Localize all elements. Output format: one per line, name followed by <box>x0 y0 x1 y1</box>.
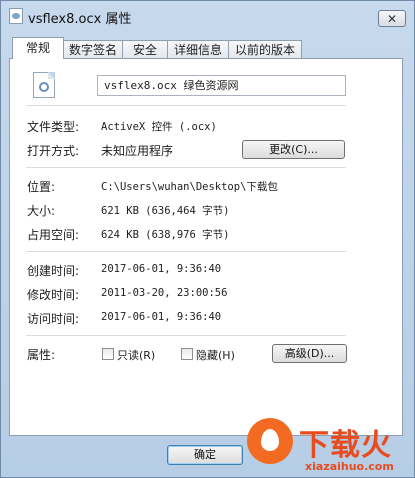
size-label: 大小: <box>27 204 56 218</box>
tab-security[interactable]: 安全 <box>122 40 168 58</box>
location-label: 位置: <box>27 180 56 194</box>
tab-details[interactable]: 详细信息 <box>167 40 229 58</box>
created-label: 创建时间: <box>27 264 80 278</box>
modified-value: 2011-03-20, 23:00:56 <box>101 287 228 299</box>
accessed-value: 2017-06-01, 9:36:40 <box>101 311 222 323</box>
close-button[interactable]: ✕ <box>378 10 406 27</box>
flame-logo-icon <box>247 418 293 464</box>
created-value: 2017-06-01, 9:36:40 <box>101 263 222 275</box>
separator <box>26 105 346 106</box>
separator <box>26 167 346 168</box>
open-with-value: 未知应用程序 <box>101 144 174 158</box>
separator <box>26 251 346 252</box>
modified-label: 修改时间: <box>27 288 80 302</box>
disk-size-value: 624 KB (638,976 字节) <box>101 229 230 241</box>
watermark-logo: 下载火 xiazaihuo.com <box>247 414 415 478</box>
accessed-label: 访问时间: <box>27 312 80 326</box>
location-value: C:\Users\wuhan\Desktop\下载包 <box>101 181 278 193</box>
hidden-checkbox[interactable] <box>181 348 193 360</box>
tab-previous-versions[interactable]: 以前的版本 <box>228 40 302 58</box>
file-type-label: 文件类型: <box>27 120 80 134</box>
window-title: vsflex8.ocx 属性 <box>28 12 132 27</box>
file-icon <box>9 8 23 24</box>
readonly-checkbox[interactable] <box>102 348 114 360</box>
title-bar[interactable]: vsflex8.ocx 属性 ✕ <box>1 1 414 31</box>
advanced-button[interactable]: 高级(D)... <box>272 344 347 363</box>
separator <box>26 335 346 336</box>
open-with-label: 打开方式: <box>27 144 80 158</box>
change-button[interactable]: 更改(C)... <box>242 140 345 159</box>
file-name-input[interactable]: vsflex8.ocx 绿色资源网 <box>97 75 346 96</box>
watermark-url: xiazaihuo.com <box>305 460 394 473</box>
properties-window: vsflex8.ocx 属性 ✕ 常规 数字签名 安全 详细信息 以前的版本 v… <box>0 0 415 478</box>
disk-size-label: 占用空间: <box>27 228 80 242</box>
attributes-label: 属性: <box>27 348 56 362</box>
ok-button[interactable]: 确定 <box>167 445 243 465</box>
file-type-value: ActiveX 控件 (.ocx) <box>101 121 217 133</box>
general-tab-panel <box>9 58 403 436</box>
tab-digital-signatures[interactable]: 数字签名 <box>63 40 123 58</box>
size-value: 621 KB (636,464 字节) <box>101 205 230 217</box>
tab-general[interactable]: 常规 <box>12 37 64 59</box>
ocx-file-icon <box>33 72 55 98</box>
readonly-checkbox-label[interactable]: 只读(R) <box>117 347 155 363</box>
watermark-text: 下载火 <box>299 428 392 463</box>
hidden-checkbox-label[interactable]: 隐藏(H) <box>196 347 235 363</box>
